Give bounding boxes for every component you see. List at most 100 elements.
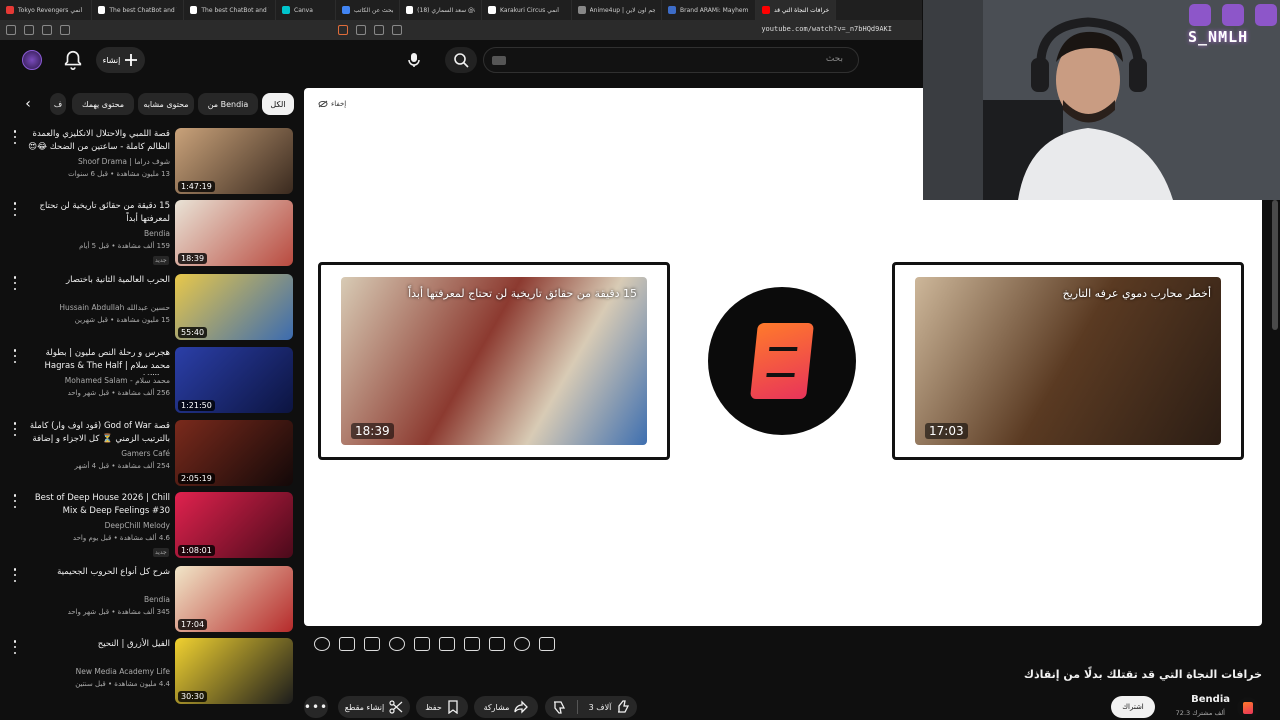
channel-name[interactable]: Bendia	[28, 595, 170, 604]
notifications-bell-icon[interactable]	[62, 49, 84, 71]
loop-icon[interactable]	[539, 637, 555, 651]
browser-tab[interactable]: بحث عن الكاتب	[336, 0, 400, 20]
endscreen-video-right[interactable]: أخطر محارب دموي عرفه التاريخ 17:03	[892, 262, 1244, 460]
frames-icon[interactable]	[464, 637, 480, 651]
recommended-video[interactable]: 55:40 الحرب العالمية الثانية باختصار Hussa…	[0, 274, 300, 344]
endscreen-thumbnail-left	[341, 277, 647, 445]
share-button[interactable]: مشاركة	[474, 696, 538, 718]
save-button[interactable]: حفظ	[416, 696, 468, 718]
browser-tab[interactable]: Karakuri Circus أنمي	[482, 0, 572, 20]
browser-tab[interactable]: (18) سعد السماري @ari	[400, 0, 482, 20]
add-clip-icon[interactable]	[364, 637, 380, 651]
recommended-video[interactable]: 2:05:19 قصة God of War (قود اوف وار) كامل…	[0, 420, 300, 490]
keyboard-icon[interactable]	[492, 56, 506, 65]
recommended-video[interactable]: 1:08:01 Best of Deep House 2026 | Chill M…	[0, 492, 300, 562]
endscreen-hide-toggle[interactable]: إخفاء	[318, 100, 346, 108]
more-vert-icon[interactable]	[12, 640, 18, 654]
chip[interactable]: ف	[50, 93, 66, 115]
search-input[interactable]: بحث	[483, 47, 859, 73]
chip[interactable]: من Bendia	[198, 93, 258, 115]
video-duration: 1:47:19	[178, 181, 215, 192]
channel-name[interactable]: Shoof Drama | شوف دراما	[28, 157, 170, 166]
subscribe-button[interactable]: اشتراك	[1111, 696, 1155, 718]
bookmark-icon[interactable]	[338, 25, 348, 35]
video-duration: 18:39	[178, 253, 208, 264]
more-vert-icon[interactable]	[12, 568, 18, 582]
endscreen-channel-subscribe[interactable]	[708, 287, 856, 435]
more-vert-icon[interactable]	[12, 494, 18, 508]
extensions-icon[interactable]	[6, 25, 16, 35]
clip-button[interactable]: إنشاء مقطع	[338, 696, 410, 718]
search-placeholder: بحث	[825, 54, 843, 64]
more-vert-icon[interactable]	[12, 202, 18, 216]
more-vert-icon[interactable]	[12, 276, 18, 290]
like-icon[interactable]	[616, 700, 630, 714]
channel-name[interactable]: New Media Academy Life	[28, 667, 170, 676]
channel-avatar[interactable]	[1237, 697, 1259, 719]
recommended-video[interactable]: 30:30 الفيل الأزرق | النحيح New Media Acad…	[0, 638, 300, 708]
audio-icon[interactable]	[514, 637, 530, 651]
back-icon[interactable]	[42, 25, 52, 35]
video-title[interactable]: الفيل الأزرق | النحيح	[28, 638, 170, 651]
search-button[interactable]	[445, 47, 477, 73]
channel-name[interactable]: Hussain Abdullah حسين عبدالله	[28, 303, 170, 312]
share-label: مشاركة	[483, 702, 510, 712]
recommended-video[interactable]: 1:21:50 هجرس و رحلة النص مليون | بطولة مح…	[0, 347, 300, 417]
more-vert-icon[interactable]	[12, 422, 18, 436]
settings-gear-icon[interactable]	[314, 637, 330, 651]
channel-name[interactable]: DeepChill Melody	[28, 521, 170, 530]
video-title[interactable]: 15 دقيقة من حقائق تاريخية لن تحتاج لمعرف…	[28, 200, 170, 226]
video-title[interactable]: قصة اللمبي والاحتلال الانكليزي والعمدة ا…	[28, 128, 170, 156]
page-scrollbar[interactable]	[1272, 200, 1278, 330]
chip[interactable]: محتوى يهمك	[72, 93, 134, 115]
reload-icon[interactable]	[24, 25, 34, 35]
related-chips: الكل من Bendia محتوى مشابه محتوى يهمك ف	[20, 93, 295, 117]
chip[interactable]: الكل	[262, 93, 294, 115]
channel-name[interactable]: Bendia	[1170, 694, 1230, 705]
create-button[interactable]: إنشاء	[96, 47, 145, 73]
recommended-video[interactable]: 17:04 شرح كل أنواع الحروب الجحيمية Bendia 3…	[0, 566, 300, 636]
account-avatar[interactable]	[22, 50, 42, 70]
forward-icon[interactable]	[60, 25, 70, 35]
channel-name[interactable]: Bendia	[28, 229, 170, 238]
video-title[interactable]: الحرب العالمية الثانية باختصار	[28, 274, 170, 287]
browser-tab[interactable]: Canva	[276, 0, 336, 20]
hide-label-text: إخفاء	[331, 100, 347, 108]
endscreen-video-left[interactable]: 15 دقيقة من حقائق تاريخية لن تحتاج لمعرف…	[318, 262, 670, 460]
video-meta: 256 ألف مشاهدة • قبل شهر واحد	[67, 389, 170, 397]
screenshot-icon[interactable]	[356, 25, 366, 35]
channel-name[interactable]: Gamers Café	[28, 449, 170, 458]
eye-off-icon	[318, 100, 328, 108]
address-bar-url[interactable]: youtube.com/watch?v=_n7bHQd9AKI	[761, 25, 892, 33]
voice-search-button[interactable]	[400, 47, 428, 73]
browser-tab[interactable]: Tokyo Revengers أنمي	[0, 0, 92, 20]
tab-label: بحث عن الكاتب	[353, 6, 393, 14]
camera-icon[interactable]	[339, 637, 355, 651]
browser-tab[interactable]: Anime4up | رجم اون لاين	[572, 0, 662, 20]
recommended-video[interactable]: 18:39 15 دقيقة من حقائق تاريخية لن تحتاج …	[0, 200, 300, 270]
more-actions-button[interactable]: •••	[304, 696, 328, 718]
sidebar-icon[interactable]	[392, 25, 402, 35]
channel-name[interactable]: Mohamed Salam - محمد سلام	[28, 376, 170, 385]
image-icon[interactable]	[439, 637, 455, 651]
filmstrip-icon[interactable]	[414, 637, 430, 651]
dislike-icon[interactable]	[552, 700, 566, 714]
video-title[interactable]: Best of Deep House 2026 | Chill Mix & De…	[28, 492, 170, 518]
tab-label: Brand ARAMi: Mayhem	[680, 6, 749, 14]
share-page-icon[interactable]	[374, 25, 384, 35]
chip[interactable]: محتوى مشابه	[138, 93, 194, 115]
browser-tab[interactable]: The best ChatBot and W	[92, 0, 184, 20]
browser-tab[interactable]: خرافات النجاة التي قد	[756, 0, 836, 20]
record-icon[interactable]	[489, 637, 505, 651]
more-vert-icon[interactable]	[12, 130, 18, 144]
search-icon	[454, 53, 469, 68]
video-title[interactable]: هجرس و رحلة النص مليون | بطولة محمد سلام…	[28, 347, 170, 375]
video-title[interactable]: قصة God of War (قود اوف وار) كاملة بالتر…	[28, 420, 170, 448]
browser-tab[interactable]: Brand ARAMi: Mayhem	[662, 0, 756, 20]
plus-icon	[125, 54, 138, 66]
more-vert-icon[interactable]	[12, 349, 18, 363]
browser-tab[interactable]: The best ChatBot and W	[184, 0, 276, 20]
video-title[interactable]: شرح كل أنواع الحروب الجحيمية	[28, 566, 170, 579]
speed-icon[interactable]	[389, 637, 405, 651]
recommended-video[interactable]: 1:47:19 قصة اللمبي والاحتلال الانكليزي وا…	[0, 128, 300, 198]
